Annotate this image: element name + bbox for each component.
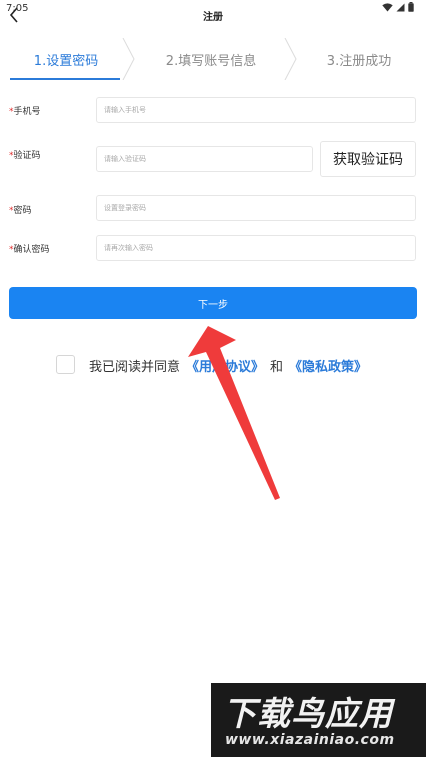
step-set-password: 1.设置密码 [33, 53, 99, 69]
password-label: *密码 [9, 206, 32, 216]
step-register-success: 3.注册成功 [326, 53, 392, 69]
agreement-prefix: 我已阅读并同意 [89, 360, 181, 375]
watermark-title: 下载鸟应用 [223, 694, 393, 733]
privacy-policy-link[interactable]: 《隐私政策》 [289, 360, 367, 375]
code-input[interactable] [96, 146, 313, 172]
step-divider-icon [284, 38, 297, 80]
step-fill-account: 2.填写账号信息 [165, 53, 257, 69]
agreement-text: 我已阅读并同意 《用户协议》和《隐私政策》 [89, 356, 367, 375]
agreement-checkbox[interactable] [56, 355, 75, 374]
next-step-button[interactable]: 下一步 [9, 287, 417, 319]
phone-input[interactable] [96, 97, 416, 123]
confirm-password-label: *确认密码 [9, 245, 50, 255]
phone-label: *手机号 [9, 107, 41, 117]
agreement-conjunction: 和 [270, 360, 284, 375]
confirm-password-input[interactable] [96, 235, 416, 261]
get-code-button[interactable]: 获取验证码 [320, 141, 416, 177]
page-title: 注册 [203, 12, 223, 23]
password-input[interactable] [96, 195, 416, 221]
code-label: *验证码 [9, 151, 41, 161]
watermark-url: www.xiazainiao.com [225, 732, 395, 748]
watermark-logo: 下载鸟应用 www.xiazainiao.com [211, 683, 426, 757]
user-agreement-link[interactable]: 《用户协议》 [186, 360, 264, 375]
registration-steps: 1.设置密码 2.填写账号信息 3.注册成功 [10, 38, 416, 80]
active-step-underline [10, 78, 120, 80]
